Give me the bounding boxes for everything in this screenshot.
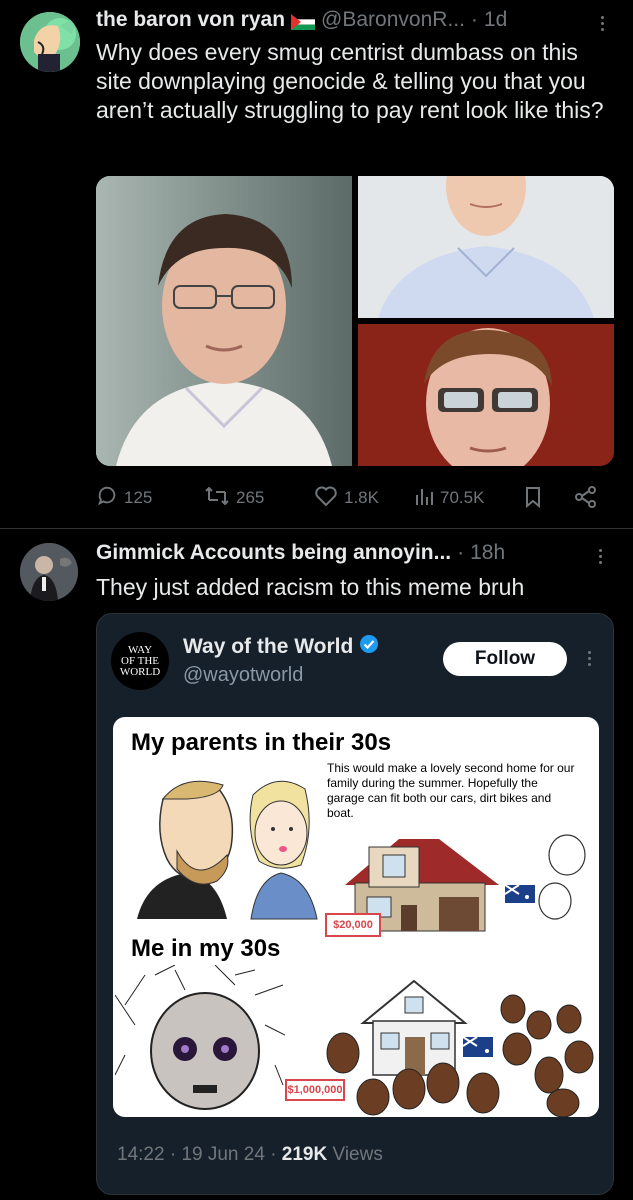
separator-dot: · [457, 541, 465, 564]
photo-left[interactable] [96, 176, 352, 466]
reply-icon [96, 485, 118, 512]
quoted-more-options-icon[interactable] [579, 646, 599, 670]
more-options-icon[interactable] [592, 11, 612, 35]
heart-icon [314, 485, 338, 512]
wojak-faces-top [504, 834, 586, 920]
repost-icon [204, 485, 230, 512]
reply-count: 125 [124, 488, 153, 507]
photo-top-right[interactable] [358, 176, 614, 318]
zombie-drawing [115, 965, 285, 1110]
repost-count: 265 [236, 488, 265, 507]
avatar-baron[interactable] [20, 12, 80, 72]
timestamp[interactable]: 1d [484, 8, 507, 32]
chad-couple-drawing [137, 780, 318, 920]
display-name[interactable]: the baron von ryan [96, 8, 285, 32]
crowd-drawing [326, 994, 594, 1117]
footer-date[interactable]: 19 Jun 24 [181, 1144, 264, 1165]
quoted-footer: 14:22 · 19 Jun 24 · 219K Views [117, 1144, 383, 1166]
avatar-text-1: WAY [127, 643, 153, 656]
footer-views-label: Views [332, 1144, 383, 1165]
avatar-text-3: WORLD [119, 665, 161, 678]
meme-caption: This would make a lovely second home for… [327, 761, 575, 820]
follow-button[interactable]: Follow [443, 642, 567, 676]
meme-title-bottom: Me in my 30s [131, 935, 281, 962]
post-header: the baron von ryan @BaronvonR... · 1d [96, 8, 507, 32]
meme-title-top: My parents in their 30s [131, 729, 392, 756]
display-name[interactable]: Gimmick Accounts being annoyin... [96, 541, 451, 565]
post-header: Gimmick Accounts being annoyin... · 18h [96, 541, 505, 565]
media-grid[interactable] [96, 176, 614, 466]
reply-button[interactable]: 125 [96, 485, 152, 512]
avatar-gimmick[interactable] [20, 543, 78, 601]
bar-chart-icon [414, 485, 434, 512]
action-bar: 125 265 1.8K 70.5K [96, 484, 601, 512]
photo-bottom-right[interactable] [358, 324, 614, 466]
like-count: 1.8K [344, 488, 379, 507]
footer-dot: · [169, 1144, 177, 1165]
separator-dot: · [470, 8, 478, 31]
tweet-text: They just added racism to this meme bruh [96, 574, 525, 600]
avatar-text-2: OF THE [121, 654, 159, 667]
handle[interactable]: @BaronvonR... [321, 8, 465, 32]
footer-dot: · [270, 1144, 277, 1165]
post-gimmick[interactable]: Gimmick Accounts being annoyin... · 18h … [0, 529, 633, 1200]
price-tag-top: $20,000 [325, 913, 381, 937]
views-button[interactable]: 70.5K [414, 485, 484, 512]
like-button[interactable]: 1.8K [314, 485, 379, 512]
tweet-text: Why does every smug centrist dumbass on … [96, 39, 604, 123]
palestine-flag-icon [291, 12, 316, 30]
bookmark-icon[interactable] [524, 486, 542, 513]
share-icon[interactable] [574, 485, 598, 514]
more-options-icon[interactable] [590, 544, 610, 568]
timestamp[interactable]: 18h [470, 541, 505, 565]
quoted-tweet-card[interactable]: WAY OF THE WORLD Way of the World @wayot… [96, 613, 614, 1195]
meme-image[interactable]: My parents in their 30s This would make … [113, 717, 599, 1117]
footer-time[interactable]: 14:22 [117, 1144, 165, 1165]
views-count: 70.5K [440, 488, 485, 507]
repost-button[interactable]: 265 [204, 485, 264, 512]
post-baron[interactable]: the baron von ryan @BaronvonR... · 1d Wh… [0, 0, 633, 528]
quoted-avatar[interactable]: WAY OF THE WORLD [111, 632, 169, 690]
quoted-handle[interactable]: @wayotworld [183, 664, 303, 687]
verified-badge-icon [359, 634, 379, 660]
quoted-author: Way of the World [183, 634, 379, 660]
quoted-display-name[interactable]: Way of the World [183, 635, 353, 659]
footer-views-count: 219K [281, 1144, 328, 1165]
